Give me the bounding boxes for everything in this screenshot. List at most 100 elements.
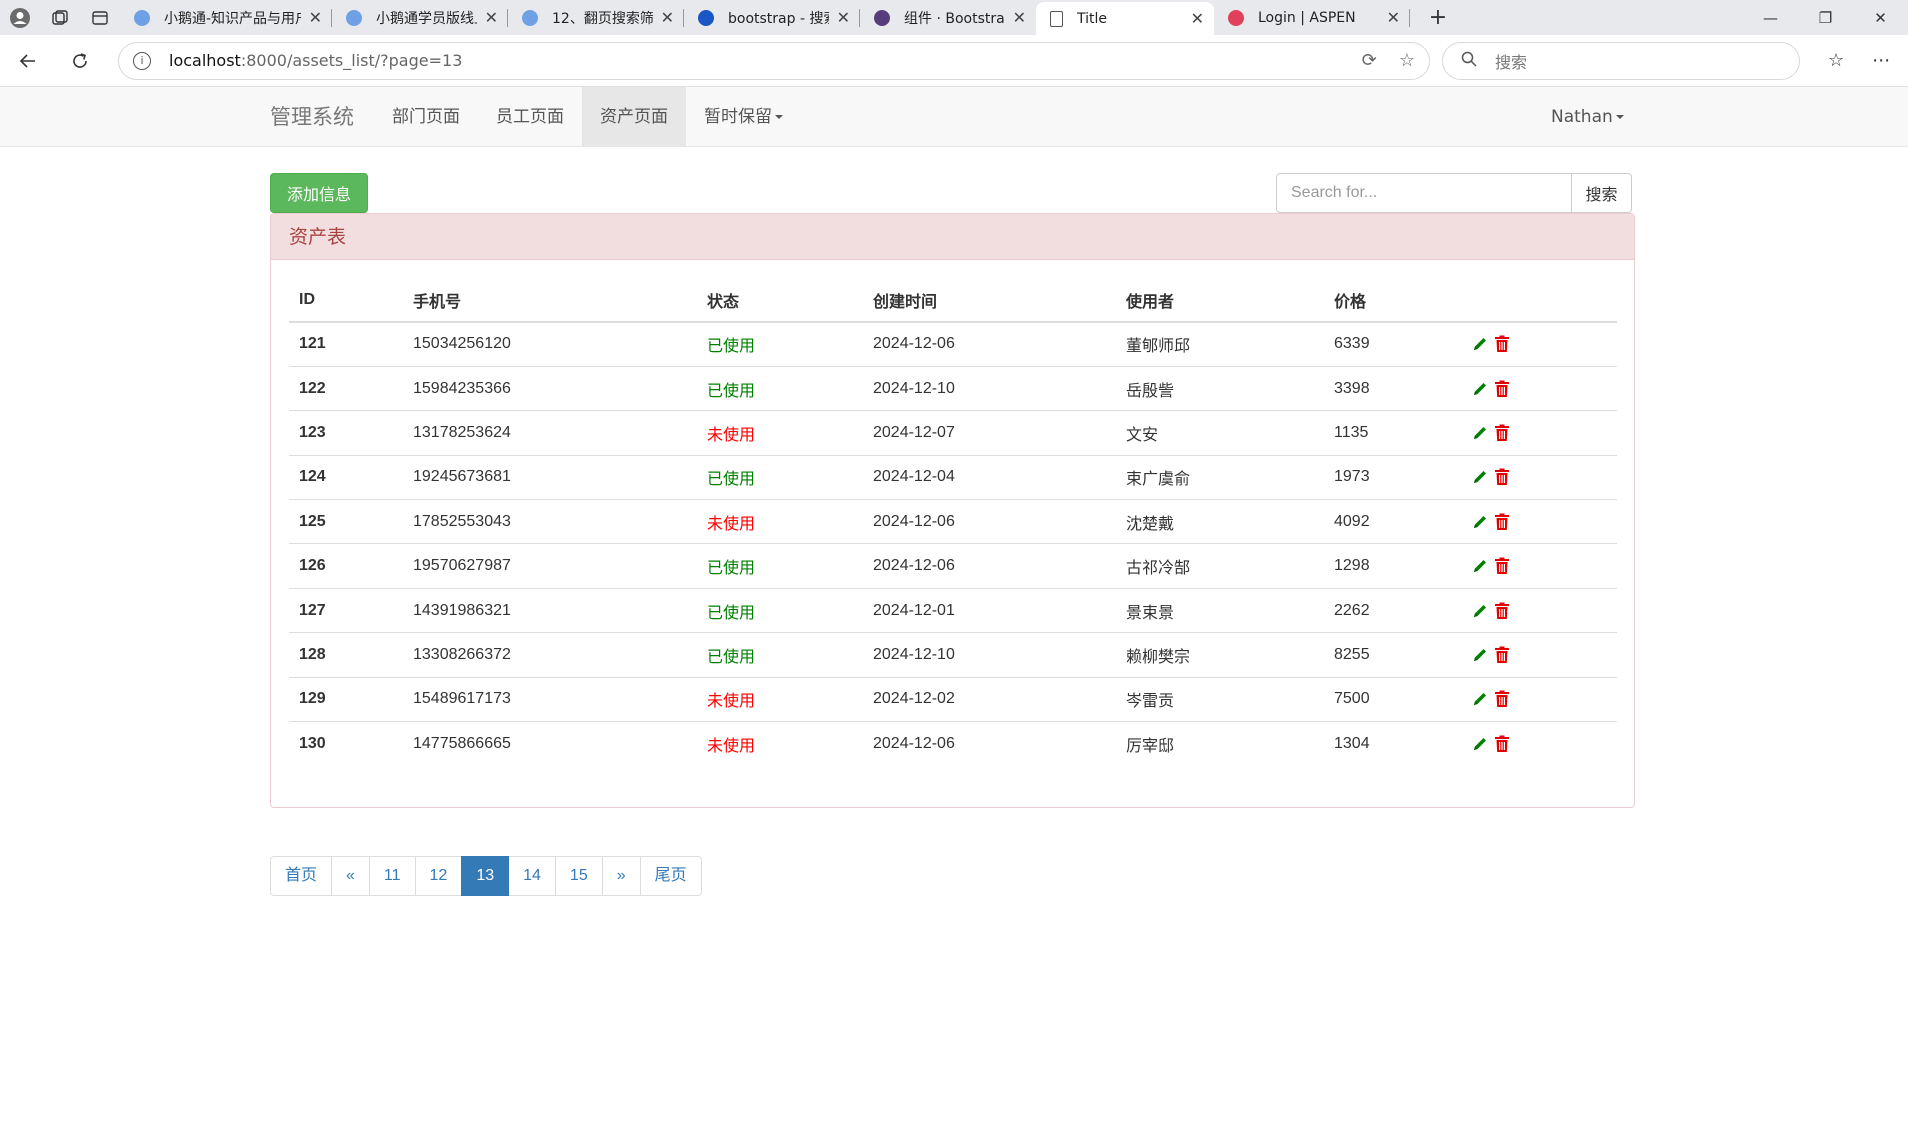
browser-tab-bar: 小鹅通-知识产品与用户服务✕小鹅通学员版线上学习✕12、翻页搜索筛选✕boots… [0,0,1908,35]
page-link[interactable]: 首页 [270,856,333,896]
pencil-icon[interactable] [1470,556,1490,576]
tab-strip: 小鹅通-知识产品与用户服务✕小鹅通学员版线上学习✕12、翻页搜索筛选✕boots… [120,0,1410,35]
close-window-icon[interactable]: ✕ [1853,9,1908,27]
user-menu[interactable]: Nathan [1551,87,1624,147]
trash-icon[interactable] [1492,512,1512,532]
cell-id: 128 [289,632,403,678]
cell-id: 126 [289,543,403,589]
browser-search-box[interactable]: 搜索 [1442,41,1800,80]
nav-link[interactable]: 暂时保留 [686,87,801,147]
trash-icon[interactable] [1492,467,1512,487]
trash-icon[interactable] [1492,601,1512,621]
nav-link[interactable]: 部门页面 [374,87,478,147]
page-link[interactable]: 尾页 [639,856,702,896]
minimize-icon[interactable]: — [1743,9,1798,27]
restore-icon[interactable]: ❐ [1798,9,1853,27]
column-header: 使用者 [1116,278,1324,323]
tab-close-icon[interactable]: ✕ [1387,8,1400,27]
browser-tab[interactable]: 小鹅通-知识产品与用户服务 ✕ [120,0,332,35]
translate-icon[interactable]: ⟳ [1362,50,1377,71]
cell-created: 2024-12-07 [863,410,1116,456]
trash-icon[interactable] [1492,689,1512,709]
cell-phone: 14775866665 [403,721,697,766]
page-link[interactable]: 15 [554,856,603,896]
browser-tab[interactable]: bootstrap - 搜索 ✕ [684,0,860,35]
tab-actions-icon[interactable] [89,7,111,29]
cell-actions [1460,587,1617,633]
cell-user: 赖柳樊宗 [1116,632,1324,678]
window-controls: — ❐ ✕ [1743,9,1908,27]
page-link[interactable]: 14 [508,856,556,896]
cell-actions [1460,410,1617,456]
cell-id: 122 [289,365,403,411]
tab-close-icon[interactable]: ✕ [1191,9,1204,28]
column-header: 价格 [1324,278,1460,323]
search-input[interactable] [1276,173,1572,213]
browser-tab[interactable]: 小鹅通学员版线上学习 ✕ [332,0,508,35]
profile-icon[interactable] [9,7,31,29]
favorite-star-icon[interactable]: ☆ [1399,50,1415,71]
reload-icon[interactable] [68,49,92,73]
cell-phone: 19245673681 [403,454,697,500]
pencil-icon[interactable] [1470,512,1490,532]
browser-tab[interactable]: Title ✕ [1036,2,1214,35]
page-link[interactable]: 11 [368,856,416,896]
column-header: 状态 [697,278,863,323]
page-link[interactable]: 12 [414,856,463,896]
trash-icon[interactable] [1492,645,1512,665]
cell-phone: 17852553043 [403,499,697,544]
trash-icon[interactable] [1492,556,1512,576]
cell-actions [1460,632,1617,678]
browser-tab[interactable]: Login | ASPEN ✕ [1214,0,1410,35]
brand[interactable]: 管理系统 [270,87,354,147]
pencil-icon[interactable] [1470,645,1490,665]
table-row: 127 14391986321 已使用 2024-12-01 景束景 2262 [289,587,1617,633]
nav-link-label: 部门页面 [392,107,460,127]
address-bar: i localhost:8000/assets_list/?page=13 ⟳ … [0,35,1908,87]
url-bar[interactable]: i localhost:8000/assets_list/?page=13 ⟳ … [118,41,1430,80]
new-tab-button[interactable]: + [1420,5,1456,30]
pencil-icon[interactable] [1470,601,1490,621]
tab-close-icon[interactable]: ✕ [309,8,322,27]
nav-links: 部门页面 员工页面 资产页面 暂时保留 [374,87,801,147]
trash-icon[interactable] [1492,734,1512,754]
pencil-icon[interactable] [1470,467,1490,487]
page-link[interactable]: « [331,856,370,896]
trash-icon[interactable] [1492,423,1512,443]
trash-icon[interactable] [1492,379,1512,399]
workspaces-icon[interactable] [49,7,71,29]
cell-price: 3398 [1324,365,1460,411]
tab-close-icon[interactable]: ✕ [837,8,850,27]
tab-close-icon[interactable]: ✕ [661,8,674,27]
pencil-icon[interactable] [1470,689,1490,709]
cell-phone: 13178253624 [403,410,697,456]
tab-close-icon[interactable]: ✕ [485,8,498,27]
browser-tab[interactable]: 组件 · Bootstrap v3 中文文档 ✕ [860,0,1036,35]
pencil-icon[interactable] [1470,423,1490,443]
more-menu-icon[interactable]: ⋯ [1872,50,1890,71]
table-row: 122 15984235366 已使用 2024-12-10 岳殷訾 3398 [289,365,1617,411]
back-icon[interactable] [16,49,40,73]
search-button[interactable]: 搜索 [1572,173,1632,213]
page-link[interactable]: » [601,856,641,896]
add-info-button[interactable]: 添加信息 [270,173,368,213]
table-row: 125 17852553043 未使用 2024-12-06 沈楚戴 4092 [289,499,1617,544]
table-row: 128 13308266372 已使用 2024-12-10 赖柳樊宗 8255 [289,632,1617,678]
pencil-icon[interactable] [1470,334,1490,354]
cell-created: 2024-12-10 [863,632,1116,678]
site-info-icon[interactable]: i [133,51,151,70]
cell-user: 厉宰邸 [1116,721,1324,766]
nav-link[interactable]: 员工页面 [478,87,582,147]
tab-close-icon[interactable]: ✕ [1013,8,1026,27]
cell-status: 已使用 [697,587,863,633]
page-link[interactable]: 13 [461,856,510,896]
panel-title: 资产表 [271,214,1634,260]
cell-created: 2024-12-04 [863,454,1116,500]
nav-link[interactable]: 资产页面 [582,87,686,147]
pencil-icon[interactable] [1470,379,1490,399]
browser-tab[interactable]: 12、翻页搜索筛选 ✕ [508,0,684,35]
favorites-icon[interactable]: ☆ [1828,50,1844,71]
trash-icon[interactable] [1492,334,1512,354]
cell-price: 1298 [1324,543,1460,589]
pencil-icon[interactable] [1470,734,1490,754]
